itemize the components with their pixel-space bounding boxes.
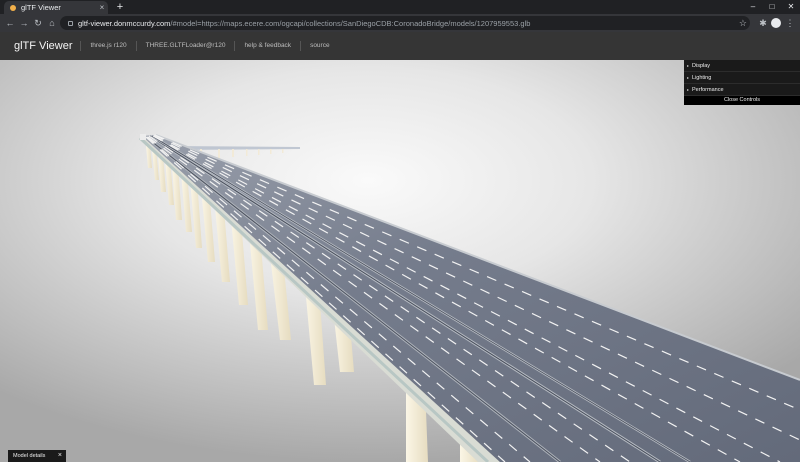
lock-icon[interactable] — [68, 20, 73, 26]
folder-display[interactable]: ▸ Display — [684, 60, 800, 72]
profile-avatar-icon[interactable] — [771, 18, 781, 28]
app-title[interactable]: glTF Viewer — [0, 40, 80, 52]
back-arrow-icon[interactable]: ← — [4, 17, 16, 29]
tab-title: glTF Viewer — [21, 3, 61, 12]
url-path: /#model=https://maps.ecere.com/ogcapi/co… — [170, 18, 531, 28]
close-controls-button[interactable]: Close Controls — [684, 96, 800, 105]
triangle-right-icon: ▸ — [687, 75, 690, 80]
deck-end-cap — [140, 134, 146, 140]
browser-tabbar: glTF Viewer × + – □ ✕ — [0, 0, 800, 14]
close-window-button[interactable]: ✕ — [784, 1, 798, 13]
folder-lighting[interactable]: ▸ Lighting — [684, 72, 800, 84]
close-icon[interactable]: × — [58, 450, 62, 462]
browser-toolbar: ← → ↻ ⌂ gltf-viewer.donmccurdy.com/#mode… — [0, 14, 800, 32]
folder-label: Lighting — [692, 74, 712, 81]
forward-arrow-icon[interactable]: → — [18, 17, 30, 29]
reload-icon[interactable]: ↻ — [32, 17, 44, 29]
minimize-button[interactable]: – — [746, 1, 760, 13]
address-bar[interactable]: gltf-viewer.donmccurdy.com/#model=https:… — [60, 16, 750, 30]
3d-viewport[interactable] — [0, 60, 800, 462]
bridge-model — [138, 134, 800, 462]
app-header: glTF Viewer three.js r120 THREE.GLTFLoad… — [0, 32, 800, 60]
extensions-icon[interactable]: ✱ — [757, 17, 769, 29]
bookmark-star-icon[interactable]: ☆ — [739, 16, 747, 30]
tab-close-icon[interactable]: × — [96, 3, 108, 12]
maximize-button[interactable]: □ — [765, 1, 779, 13]
home-icon[interactable]: ⌂ — [46, 17, 58, 29]
new-tab-button[interactable]: + — [114, 0, 126, 14]
folder-performance[interactable]: ▸ Performance — [684, 84, 800, 96]
model-details-button[interactable]: Model details × — [8, 450, 66, 462]
link-source[interactable]: source — [300, 41, 339, 51]
triangle-right-icon: ▸ — [687, 87, 690, 92]
link-gltfloader-version[interactable]: THREE.GLTFLoader@r120 — [135, 41, 235, 51]
model-details-label: Model details — [13, 453, 46, 459]
favicon-icon — [10, 4, 16, 11]
browser-menu-icon[interactable]: ⋮ — [784, 17, 796, 29]
url-host: gltf-viewer.donmccurdy.com — [78, 18, 171, 28]
controls-panel: ▸ Display ▸ Lighting ▸ Performance Close… — [684, 60, 800, 105]
triangle-right-icon: ▸ — [687, 63, 690, 68]
link-help-feedback[interactable]: help & feedback — [234, 41, 300, 51]
tab-gltf-viewer[interactable]: glTF Viewer × — [4, 1, 108, 14]
link-threejs-version[interactable]: three.js r120 — [80, 41, 135, 51]
folder-label: Display — [692, 62, 711, 69]
folder-label: Performance — [692, 86, 724, 93]
